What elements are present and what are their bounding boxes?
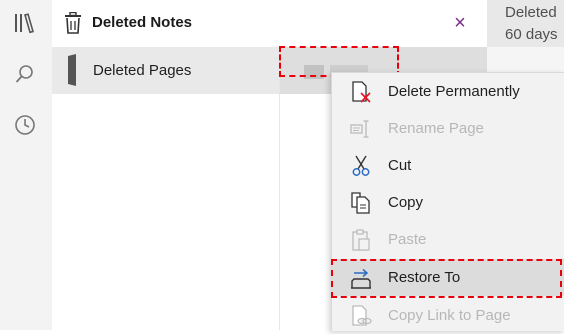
close-icon: ×: [454, 11, 466, 34]
page-preview: Deleted 60 days: [487, 0, 564, 47]
notebooks-icon[interactable]: [13, 11, 37, 35]
section-tab-icon: [65, 54, 79, 86]
cut-icon: [350, 155, 372, 177]
menu-item-copy[interactable]: Copy: [332, 184, 564, 221]
close-button[interactable]: ×: [449, 12, 471, 34]
panel-title: Deleted Notes: [92, 14, 193, 31]
menu-item-label: Cut: [388, 157, 412, 174]
menu-item-label: Delete Permanently: [388, 83, 520, 100]
navigation-rail: [0, 0, 53, 330]
context-menu: Delete Permanently Rename Page Cut Copy …: [331, 72, 564, 331]
section-label: Deleted Pages: [93, 62, 192, 79]
menu-item-label: Copy: [388, 194, 424, 211]
rename-page-icon: [350, 118, 372, 140]
menu-item-delete-permanently[interactable]: Delete Permanently: [332, 73, 564, 110]
recent-icon[interactable]: [13, 113, 37, 137]
section-item-deleted-pages[interactable]: Deleted Pages: [52, 47, 279, 94]
trash-icon: [64, 11, 82, 34]
menu-item-label: Restore To: [388, 269, 461, 286]
copy-link-icon: [350, 305, 372, 327]
menu-item-label: Rename Page: [388, 120, 484, 137]
menu-item-label: Paste: [388, 231, 427, 248]
menu-item-label: Copy Link to Page: [388, 307, 511, 324]
preview-line-2: 60 days: [505, 26, 558, 43]
menu-item-cut[interactable]: Cut: [332, 147, 564, 184]
section-list: Deleted Pages: [52, 47, 280, 330]
copy-icon: [350, 192, 372, 214]
menu-item-restore-to[interactable]: Restore To: [332, 259, 564, 296]
page-title-placeholder: [304, 65, 324, 79]
deleted-notes-header: Deleted Notes ×: [52, 0, 487, 47]
paste-icon: [350, 229, 372, 251]
menu-item-rename-page[interactable]: Rename Page: [332, 110, 564, 147]
search-icon[interactable]: [13, 62, 37, 86]
menu-item-paste[interactable]: Paste: [332, 221, 564, 258]
menu-item-copy-link-to-page[interactable]: Copy Link to Page: [332, 297, 564, 334]
restore-to-icon: [350, 267, 372, 289]
preview-line-1: Deleted: [505, 4, 557, 21]
delete-permanently-icon: [350, 81, 372, 103]
